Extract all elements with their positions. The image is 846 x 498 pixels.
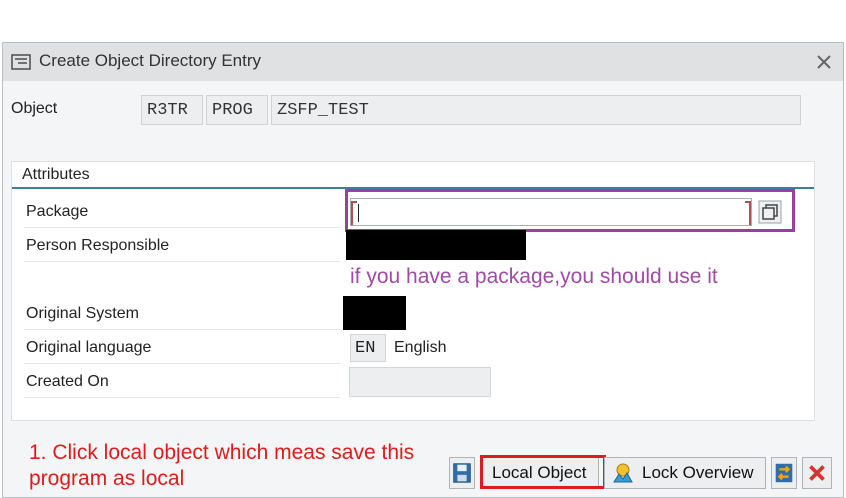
package-label: Package: [26, 203, 89, 220]
save-icon: [453, 463, 471, 483]
original-system-redacted: [343, 296, 406, 330]
original-language-label: Original language: [26, 339, 152, 356]
lock-overview-button[interactable]: Lock Overview: [604, 457, 766, 489]
dialog-title: Create Object Directory Entry: [39, 51, 262, 70]
object-pgmid-field: R3TR: [141, 95, 203, 125]
person-responsible-redacted: [346, 230, 526, 260]
package-highlight-annotation: [345, 189, 795, 232]
package-hint-annotation: if you have a package,you should use it: [350, 265, 718, 288]
lock-overview-label: Lock Overview: [642, 463, 754, 482]
person-responsible-row: Person Responsible: [24, 232, 340, 262]
original-language-row: Original language: [24, 334, 340, 364]
object-directory-icon: [11, 54, 31, 70]
object-label: Object: [11, 100, 58, 117]
language-name: English: [394, 339, 447, 356]
package-row: Package: [24, 198, 340, 228]
original-system-row: Original System: [24, 300, 340, 330]
object-name-field: ZSFP_TEST: [271, 95, 801, 125]
language-code-field: EN: [350, 334, 386, 362]
person-responsible-label: Person Responsible: [26, 237, 170, 254]
adjust-icon: [775, 463, 793, 483]
cancel-icon: [809, 465, 825, 481]
object-type-field: PROG: [206, 95, 268, 125]
dialog-window: Create Object Directory Entry Object R3T…: [2, 42, 844, 498]
cancel-button[interactable]: [802, 457, 832, 489]
close-icon[interactable]: [813, 51, 835, 73]
local-object-highlight-annotation: [480, 455, 606, 489]
created-on-label: Created On: [26, 373, 109, 390]
step1-line1: 1. Click local object which meas save th…: [29, 441, 415, 464]
created-on-field: [349, 367, 491, 397]
attributes-group: Attributes Package Person Responsible if…: [11, 161, 815, 421]
original-system-label: Original System: [26, 305, 139, 322]
adjust-button[interactable]: [771, 457, 797, 489]
save-button[interactable]: [449, 457, 475, 489]
dialog-titlebar: Create Object Directory Entry: [3, 43, 843, 81]
lock-overview-icon: [613, 463, 633, 483]
step1-line2: program as local: [29, 467, 185, 490]
step1-annotation: 1. Click local object which meas save th…: [29, 440, 469, 492]
created-on-row: Created On: [24, 368, 340, 398]
attributes-group-title: Attributes: [22, 166, 90, 183]
